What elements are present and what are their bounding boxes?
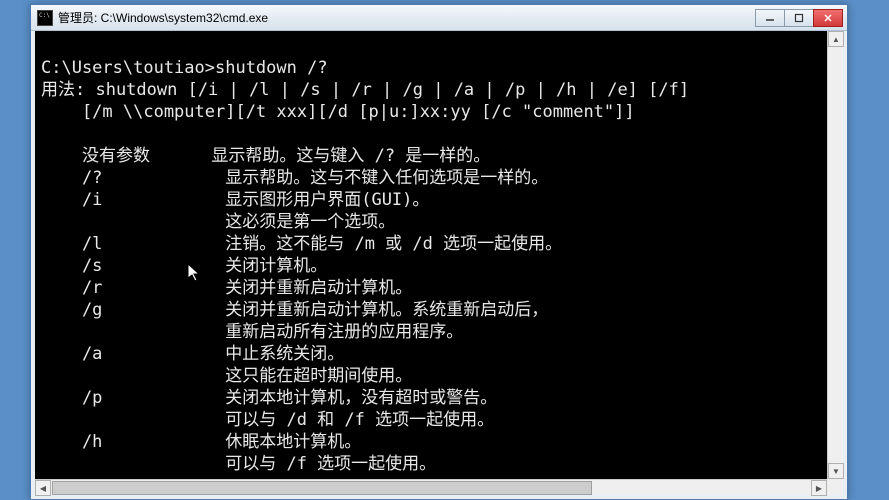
maximize-button[interactable]	[784, 9, 814, 27]
scroll-left-button[interactable]: ◀	[35, 480, 51, 496]
console-text: C:\Users\toutiao>shutdown /? 用法: shutdow…	[35, 31, 843, 479]
minimize-icon	[765, 13, 775, 23]
cmd-window: 管理员: C:\Windows\system32\cmd.exe C:\User…	[30, 4, 848, 500]
minimize-button[interactable]	[755, 9, 785, 27]
close-icon	[823, 13, 833, 23]
cmd-icon	[37, 10, 53, 26]
console-area[interactable]: C:\Users\toutiao>shutdown /? 用法: shutdow…	[35, 31, 843, 479]
scroll-down-button[interactable]: ▼	[828, 463, 844, 479]
horizontal-scrollbar[interactable]: ◀ ▶	[35, 479, 827, 495]
maximize-icon	[794, 13, 804, 23]
scroll-up-button[interactable]: ▲	[828, 31, 844, 47]
window-title: 管理员: C:\Windows\system32\cmd.exe	[58, 9, 756, 26]
scroll-right-button[interactable]: ▶	[811, 480, 827, 496]
titlebar[interactable]: 管理员: C:\Windows\system32\cmd.exe	[31, 5, 847, 31]
horizontal-scroll-thumb[interactable]	[52, 481, 592, 495]
window-controls	[756, 9, 843, 27]
vertical-scrollbar[interactable]: ▲ ▼	[827, 31, 843, 479]
size-grip[interactable]	[827, 479, 843, 495]
close-button[interactable]	[813, 9, 843, 27]
